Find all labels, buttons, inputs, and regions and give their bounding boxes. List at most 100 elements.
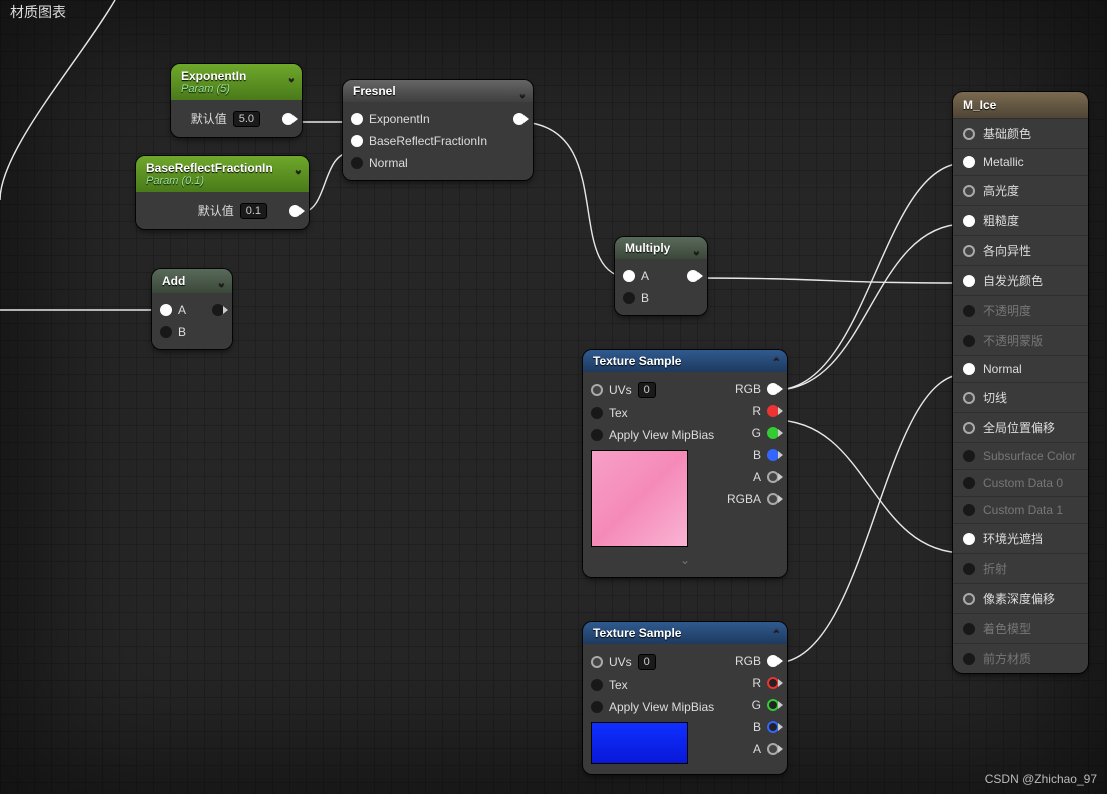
material-pin[interactable]: Metallic	[953, 148, 1088, 175]
input-pin[interactable]	[963, 335, 975, 347]
input-pin[interactable]	[963, 593, 975, 605]
input-pin-uvs[interactable]	[591, 384, 603, 396]
input-pin-tex[interactable]	[591, 679, 603, 691]
output-pin[interactable]	[282, 113, 294, 125]
output-pin[interactable]	[687, 270, 699, 282]
material-pin[interactable]: 基础颜色	[953, 118, 1088, 148]
input-pin[interactable]	[963, 128, 975, 140]
pin-label: Subsurface Color	[983, 449, 1076, 463]
output-pin-rgba[interactable]	[767, 493, 779, 505]
node-base-reflect-fraction-in[interactable]: BaseReflectFractionIn Param (0.1) ⌄ 默认值 …	[136, 156, 309, 229]
output-pin-b[interactable]	[767, 721, 779, 733]
input-pin-exp[interactable]	[351, 113, 363, 125]
default-value[interactable]: 0.1	[240, 203, 267, 219]
material-pin[interactable]: 不透明度	[953, 295, 1088, 325]
node-header[interactable]: Texture Sample ⌃	[583, 350, 787, 372]
node-texture-sample-1[interactable]: Texture Sample ⌃ UVs0 Tex Apply View Mip…	[583, 350, 787, 577]
input-pin[interactable]	[963, 185, 975, 197]
output-pin[interactable]	[212, 304, 224, 316]
chevron-down-icon[interactable]: ⌄	[518, 87, 527, 100]
material-output-node[interactable]: M_Ice 基础颜色Metallic 高光度粗糙度各向异性自发光颜色不透明度不透明…	[953, 92, 1088, 673]
input-pin-normal[interactable]	[351, 157, 363, 169]
pin-label: 高光度	[983, 182, 1019, 199]
input-pin[interactable]	[963, 275, 975, 287]
input-pin-tex[interactable]	[591, 407, 603, 419]
output-pin-rgb[interactable]	[767, 383, 779, 395]
node-title: Multiply	[625, 241, 670, 255]
input-pin[interactable]	[963, 653, 975, 665]
material-pin[interactable]: Normal	[953, 355, 1088, 382]
input-pin[interactable]	[963, 305, 975, 317]
output-pin-a[interactable]	[767, 471, 779, 483]
output-pin-g[interactable]	[767, 699, 779, 711]
input-pin[interactable]	[963, 563, 975, 575]
material-pin[interactable]: 折射	[953, 553, 1088, 583]
node-header[interactable]: Add ⌄	[152, 269, 232, 293]
input-pin-a[interactable]	[160, 304, 172, 316]
material-pin[interactable]: 着色模型	[953, 613, 1088, 643]
chevron-down-icon[interactable]: ⌄	[591, 551, 779, 571]
material-pin[interactable]: 环境光遮挡	[953, 523, 1088, 553]
material-pin[interactable]: 各向异性	[953, 235, 1088, 265]
output-pin[interactable]	[289, 205, 301, 217]
node-add[interactable]: Add ⌄ A B	[152, 269, 232, 349]
input-pin[interactable]	[963, 422, 975, 434]
output-pin[interactable]	[513, 113, 525, 125]
chevron-down-icon[interactable]: ⌄	[287, 71, 296, 84]
input-pin[interactable]	[963, 533, 975, 545]
material-pin[interactable]: Subsurface Color	[953, 442, 1088, 469]
output-pin-rgb[interactable]	[767, 655, 779, 667]
collapse-icon[interactable]: ⌃	[772, 627, 781, 640]
input-pin-b[interactable]	[623, 292, 635, 304]
input-pin-mip[interactable]	[591, 429, 603, 441]
material-graph-canvas[interactable]: { "page": { "title": "材质图表", "watermark"…	[0, 0, 1107, 794]
material-pin[interactable]: 高光度	[953, 175, 1088, 205]
node-header[interactable]: BaseReflectFractionIn Param (0.1) ⌄	[136, 156, 309, 192]
input-pin[interactable]	[963, 245, 975, 257]
material-pin[interactable]: 前方材质	[953, 643, 1088, 673]
pin-label: 不透明度	[983, 302, 1031, 319]
input-pin[interactable]	[963, 363, 975, 375]
node-header[interactable]: ExponentIn Param (5) ⌄	[171, 64, 302, 100]
output-pin-b[interactable]	[767, 449, 779, 461]
input-pin-b[interactable]	[160, 326, 172, 338]
node-texture-sample-2[interactable]: Texture Sample ⌃ UVs0 Tex Apply View Mip…	[583, 622, 787, 774]
node-header[interactable]: Texture Sample ⌃	[583, 622, 787, 644]
material-pin[interactable]: Custom Data 0	[953, 469, 1088, 496]
input-pin-uvs[interactable]	[591, 656, 603, 668]
node-multiply[interactable]: Multiply ⌄ A B	[615, 237, 707, 315]
pin-label: 全局位置偏移	[983, 419, 1055, 436]
material-pin[interactable]: 切线	[953, 382, 1088, 412]
material-pin[interactable]: 不透明蒙版	[953, 325, 1088, 355]
chevron-down-icon[interactable]: ⌄	[294, 163, 303, 176]
material-pin[interactable]: Custom Data 1	[953, 496, 1088, 523]
collapse-icon[interactable]: ⌃	[772, 355, 781, 368]
material-pin[interactable]: 全局位置偏移	[953, 412, 1088, 442]
node-header[interactable]: Fresnel ⌄	[343, 80, 533, 102]
material-title: M_Ice	[953, 92, 1088, 118]
input-pin-a[interactable]	[623, 270, 635, 282]
output-pin-g[interactable]	[767, 427, 779, 439]
input-pin[interactable]	[963, 623, 975, 635]
node-fresnel[interactable]: Fresnel ⌄ ExponentIn BaseReflectFraction…	[343, 80, 533, 180]
default-value[interactable]: 5.0	[233, 111, 260, 127]
input-pin[interactable]	[963, 477, 975, 489]
material-pin[interactable]: 自发光颜色	[953, 265, 1088, 295]
material-pin[interactable]: 粗糙度	[953, 205, 1088, 235]
input-pin[interactable]	[963, 504, 975, 516]
chevron-down-icon[interactable]: ⌄	[692, 244, 701, 257]
input-pin[interactable]	[963, 215, 975, 227]
output-pin-r[interactable]	[767, 405, 779, 417]
pin-label: 折射	[983, 560, 1007, 577]
input-pin[interactable]	[963, 450, 975, 462]
node-header[interactable]: Multiply ⌄	[615, 237, 707, 259]
input-pin-mip[interactable]	[591, 701, 603, 713]
input-pin-base[interactable]	[351, 135, 363, 147]
material-pin[interactable]: 像素深度偏移	[953, 583, 1088, 613]
node-exponent-in[interactable]: ExponentIn Param (5) ⌄ 默认值 5.0	[171, 64, 302, 137]
output-pin-a[interactable]	[767, 743, 779, 755]
input-pin[interactable]	[963, 156, 975, 168]
chevron-down-icon[interactable]: ⌄	[217, 276, 226, 289]
input-pin[interactable]	[963, 392, 975, 404]
output-pin-r[interactable]	[767, 677, 779, 689]
